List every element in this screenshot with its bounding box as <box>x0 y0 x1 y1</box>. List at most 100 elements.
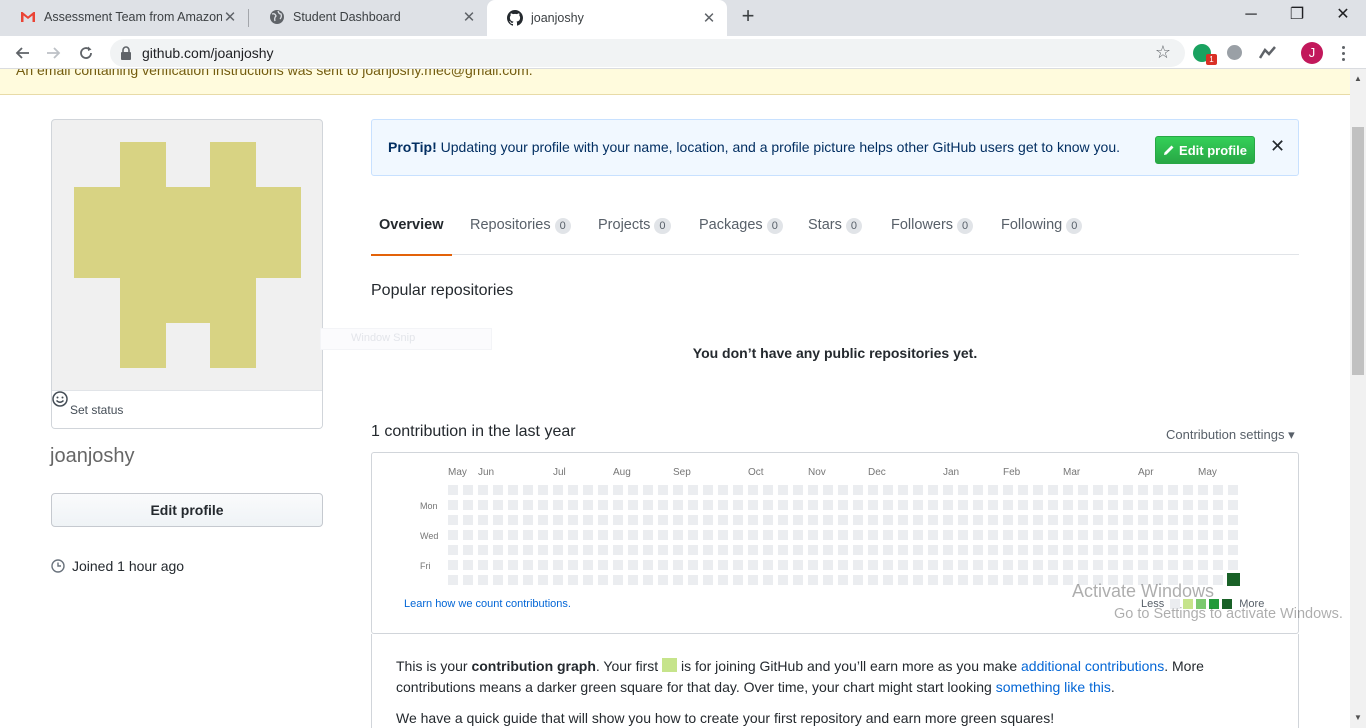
back-button[interactable] <box>9 40 35 66</box>
contribution-day[interactable] <box>1138 515 1148 525</box>
contribution-day[interactable] <box>583 575 593 585</box>
browser-tab-student-dashboard[interactable]: Student Dashboard ✕ <box>249 0 487 34</box>
contribution-day[interactable] <box>1183 560 1193 570</box>
tab-repositories[interactable]: Repositories 0 <box>470 207 571 255</box>
contribution-day[interactable] <box>1063 530 1073 540</box>
contribution-day[interactable] <box>1123 485 1133 495</box>
contribution-day[interactable] <box>1168 515 1178 525</box>
browser-profile-avatar[interactable]: J <box>1301 42 1323 64</box>
contribution-day[interactable] <box>628 530 638 540</box>
contribution-day[interactable] <box>1003 515 1013 525</box>
contribution-day[interactable] <box>598 575 608 585</box>
contribution-day[interactable] <box>508 560 518 570</box>
contribution-day[interactable] <box>1033 485 1043 495</box>
contribution-day[interactable] <box>1228 530 1238 540</box>
contribution-day[interactable] <box>673 485 683 495</box>
contribution-day[interactable] <box>943 485 953 495</box>
contribution-day[interactable] <box>643 485 653 495</box>
contribution-day[interactable] <box>883 485 893 495</box>
contribution-day[interactable] <box>853 530 863 540</box>
contribution-day[interactable] <box>1063 545 1073 555</box>
contribution-day[interactable] <box>853 500 863 510</box>
contribution-day[interactable] <box>628 485 638 495</box>
contribution-day[interactable] <box>553 515 563 525</box>
contribution-day[interactable] <box>643 515 653 525</box>
contribution-day[interactable] <box>838 575 848 585</box>
contribution-day[interactable] <box>1228 545 1238 555</box>
additional-contributions-link[interactable]: additional contributions <box>1021 658 1164 674</box>
contribution-day[interactable] <box>658 515 668 525</box>
tab-projects[interactable]: Projects 0 <box>598 207 671 255</box>
contribution-day[interactable] <box>1048 500 1058 510</box>
contribution-day[interactable] <box>1093 545 1103 555</box>
contribution-day[interactable] <box>613 485 623 495</box>
contribution-day[interactable] <box>1213 560 1223 570</box>
contribution-day[interactable] <box>733 485 743 495</box>
bookmark-star-icon[interactable]: ☆ <box>1155 42 1171 63</box>
contribution-day[interactable] <box>493 575 503 585</box>
contribution-day[interactable] <box>538 515 548 525</box>
contribution-day[interactable] <box>598 515 608 525</box>
contribution-day[interactable] <box>823 575 833 585</box>
contribution-day[interactable] <box>823 560 833 570</box>
contribution-day[interactable] <box>808 530 818 540</box>
contribution-day[interactable] <box>568 560 578 570</box>
contribution-day[interactable] <box>1213 515 1223 525</box>
contribution-day[interactable] <box>598 485 608 495</box>
contribution-day[interactable] <box>598 500 608 510</box>
contribution-day[interactable] <box>1063 485 1073 495</box>
contribution-day[interactable] <box>1138 485 1148 495</box>
contribution-day[interactable] <box>613 575 623 585</box>
contribution-day[interactable] <box>838 500 848 510</box>
contribution-day[interactable] <box>718 500 728 510</box>
contribution-day[interactable] <box>988 485 998 495</box>
close-icon[interactable]: ✕ <box>701 9 717 27</box>
contribution-day[interactable] <box>1003 575 1013 585</box>
contribution-day[interactable] <box>508 530 518 540</box>
contribution-day[interactable] <box>553 545 563 555</box>
contribution-day[interactable] <box>568 575 578 585</box>
contribution-day[interactable] <box>703 515 713 525</box>
contribution-day[interactable] <box>1018 515 1028 525</box>
contribution-day[interactable] <box>883 560 893 570</box>
contribution-day[interactable] <box>508 545 518 555</box>
scroll-up-arrow[interactable]: ▲ <box>1350 71 1366 87</box>
contribution-day[interactable] <box>1078 560 1088 570</box>
contribution-day[interactable] <box>1123 500 1133 510</box>
contribution-day[interactable] <box>853 545 863 555</box>
contribution-day[interactable] <box>913 500 923 510</box>
browser-tab-github[interactable]: joanjoshy ✕ <box>487 0 727 36</box>
contribution-day[interactable] <box>868 560 878 570</box>
contribution-day[interactable] <box>1093 530 1103 540</box>
contribution-day[interactable] <box>928 560 938 570</box>
contribution-day[interactable] <box>658 560 668 570</box>
contribution-day[interactable] <box>493 485 503 495</box>
contribution-day[interactable] <box>898 575 908 585</box>
contribution-day[interactable] <box>988 560 998 570</box>
contribution-day[interactable] <box>508 575 518 585</box>
contribution-day[interactable] <box>733 545 743 555</box>
contribution-day[interactable] <box>958 515 968 525</box>
contribution-day[interactable] <box>553 530 563 540</box>
contribution-day[interactable] <box>1213 530 1223 540</box>
contribution-day[interactable] <box>703 485 713 495</box>
contribution-day[interactable] <box>478 575 488 585</box>
contribution-day[interactable] <box>478 530 488 540</box>
contribution-day[interactable] <box>748 545 758 555</box>
contribution-day[interactable] <box>1183 485 1193 495</box>
contribution-day[interactable] <box>883 545 893 555</box>
contribution-day[interactable] <box>808 560 818 570</box>
contribution-day[interactable] <box>583 485 593 495</box>
contribution-day[interactable] <box>928 530 938 540</box>
contribution-day[interactable] <box>583 545 593 555</box>
contribution-day[interactable] <box>628 500 638 510</box>
contribution-day[interactable] <box>943 575 953 585</box>
contribution-day[interactable] <box>1078 500 1088 510</box>
contribution-day[interactable] <box>928 545 938 555</box>
contribution-day[interactable] <box>538 485 548 495</box>
contribution-day[interactable] <box>793 575 803 585</box>
contribution-day[interactable] <box>748 560 758 570</box>
contribution-day[interactable] <box>958 560 968 570</box>
contribution-day[interactable] <box>1183 545 1193 555</box>
contribution-day[interactable] <box>1153 485 1163 495</box>
